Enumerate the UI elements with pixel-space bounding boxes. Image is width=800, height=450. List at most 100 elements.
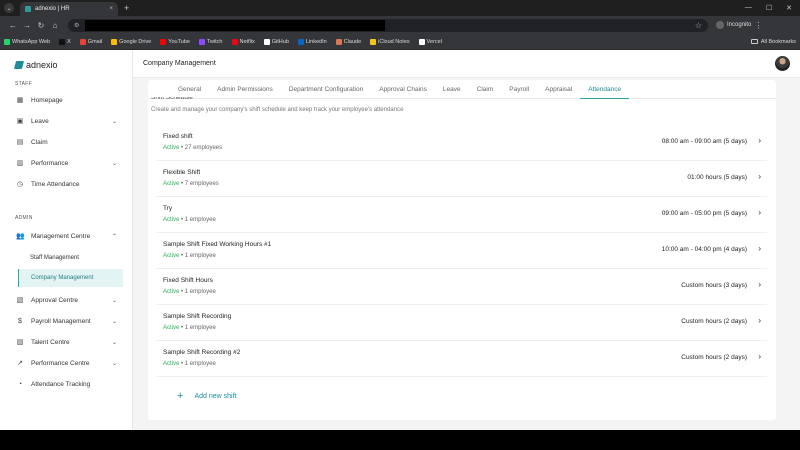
sidebar-item-management-centre[interactable]: 👥 Management Centre ⌃ (10, 228, 123, 245)
sidebar-item-label: Attendance Tracking (31, 381, 91, 388)
shift-row[interactable]: Fixed Shift Hours Active • 1 employee Cust… (157, 269, 767, 305)
url-input[interactable]: ⚙ ☆ (68, 18, 708, 32)
browser-tabbar: ⌄ adnexio | HR × + — ☐ ✕ (0, 0, 800, 16)
bookmark-star-icon[interactable]: ☆ (695, 21, 702, 30)
bookmark-label: YouTube (168, 38, 190, 45)
close-window-icon[interactable]: ✕ (786, 4, 792, 12)
shift-row[interactable]: Sample Shift Fixed Working Hours #1 Activ… (157, 233, 767, 269)
brand-name: adnexio (26, 60, 58, 70)
bookmark-item[interactable]: LinkedIn (297, 38, 327, 45)
tab-appraisal[interactable]: Appraisal (537, 80, 580, 99)
shift-row[interactable]: Fixed shift Active • 27 employees 08:00 am… (157, 125, 767, 161)
bookmark-icon (231, 38, 238, 45)
bookmark-item[interactable]: Netflix (231, 38, 255, 45)
briefcase-icon: ▨ (16, 338, 24, 346)
sidebar-item-performance[interactable]: ▥ Performance ⌄ (10, 155, 123, 172)
sidebar-item-label: Claim (31, 139, 48, 146)
main-content: Company Management General Admin Permissi… (133, 50, 800, 430)
people-icon: 👥 (16, 232, 25, 240)
sidebar-item-performance-centre[interactable]: ↗ Performance Centre ⌄ (10, 355, 123, 372)
avatar[interactable] (775, 56, 790, 71)
bookmark-item[interactable]: Twitch (198, 38, 223, 45)
tab-department-configuration[interactable]: Department Configuration (281, 80, 371, 99)
bookmark-icon (59, 38, 66, 45)
brand-logo[interactable]: adnexio (13, 60, 58, 70)
sidebar-item-attendance-tracking[interactable]: ◔ Attendance Tracking (10, 376, 123, 393)
app: adnexio STAFF ▦ Homepage ▣ Leave ⌄ ▤ Claim ▥ Per… (0, 50, 800, 430)
home-icon[interactable]: ⌂ (48, 21, 62, 30)
site-info-icon[interactable]: ⚙ (74, 22, 79, 29)
shift-name: Sample Shift Recording #2 (163, 349, 241, 356)
sidebar-item-payroll-management[interactable]: $ Payroll Management ⌄ (10, 313, 123, 330)
shift-hours: Custom hours (2 days) (681, 318, 747, 325)
back-icon[interactable]: ← (6, 21, 20, 30)
shift-row[interactable]: Sample Shift Recording Active • 1 employe… (157, 305, 767, 341)
chevron-right-icon[interactable]: › (758, 172, 761, 181)
sidebar-item-label: Leave (31, 118, 49, 125)
bookmark-item[interactable]: iCloud Notes (370, 38, 410, 45)
tab-approval-chains[interactable]: Approval Chains (371, 80, 435, 99)
bookmark-item[interactable]: Google Drive (111, 38, 151, 45)
logo-icon (13, 61, 25, 69)
shift-hours: 01:00 hours (5 days) (687, 174, 747, 181)
bookmark-item[interactable]: Claude (335, 38, 362, 45)
tab-search-icon[interactable]: ⌄ (4, 3, 14, 13)
close-tab-icon[interactable]: × (109, 6, 113, 12)
tab-attendance[interactable]: Attendance (580, 80, 630, 99)
tab-leave[interactable]: Leave (435, 80, 469, 99)
dollar-icon: $ (18, 317, 22, 325)
section-description: Create and manage your company's shift s… (151, 107, 404, 113)
bookmark-label: Claude (343, 38, 362, 45)
all-bookmarks-label: All Bookmarks (760, 38, 796, 45)
sidebar-item-label: Management Centre (31, 233, 91, 240)
chevron-down-icon: ⌄ (111, 340, 117, 346)
forward-icon[interactable]: → (20, 21, 34, 30)
all-bookmarks[interactable]: All Bookmarks (750, 38, 796, 45)
chevron-right-icon[interactable]: › (758, 352, 761, 361)
sidebar-item-homepage[interactable]: ▦ Homepage (10, 92, 123, 109)
sidebar-item-claim[interactable]: ▤ Claim (10, 134, 123, 151)
chevron-right-icon[interactable]: › (758, 280, 761, 289)
sidebar-item-talent-centre[interactable]: ▨ Talent Centre ⌄ (10, 334, 123, 351)
address-bar-row: ← → ↻ ⌂ ⚙ ☆ Incognito ⋮ (0, 16, 800, 34)
bookmark-icon (370, 38, 377, 45)
sidebar-item-label: Payroll Management (31, 318, 91, 325)
new-tab-button[interactable]: + (124, 3, 129, 13)
sidebar-item-staff-management[interactable]: Staff Management (18, 249, 123, 267)
sidebar-item-approval-centre[interactable]: ▧ Approval Centre ⌄ (10, 292, 123, 309)
bookmark-item[interactable]: WhatsApp Web (4, 38, 50, 45)
bookmarks-bar: WhatsApp Web X Gmail Google Drive YouTube Twi… (0, 34, 800, 50)
chevron-right-icon[interactable]: › (758, 316, 761, 325)
reload-icon[interactable]: ↻ (34, 21, 48, 30)
shift-row[interactable]: Flexible Shift Active • 7 employees 01:00 … (157, 161, 767, 197)
bookmark-item[interactable]: GitHub (263, 38, 289, 45)
sidebar-item-company-management[interactable]: Company Management (18, 269, 123, 287)
tab-admin-permissions[interactable]: Admin Permissions (209, 80, 281, 99)
tab-payroll[interactable]: Payroll (501, 80, 537, 99)
minimize-icon[interactable]: — (745, 4, 752, 12)
bookmark-item[interactable]: Vercel (418, 38, 442, 45)
shift-row[interactable]: Sample Shift Recording #2 Active • 1 empl… (157, 341, 767, 377)
bookmark-item[interactable]: Gmail (79, 38, 102, 45)
tab-claim[interactable]: Claim (469, 80, 502, 99)
bookmark-item[interactable]: YouTube (160, 38, 190, 45)
bookmark-item[interactable]: X (59, 38, 71, 45)
sidebar-item-time-attendance[interactable]: ◷ Time Attendance (10, 176, 123, 193)
status-badge: Active (163, 289, 180, 295)
shift-list: Fixed shift Active • 27 employees 08:00 am… (157, 125, 767, 377)
bookmark-label: Vercel (426, 38, 442, 45)
admin-section-label: ADMIN (15, 215, 33, 221)
chevron-right-icon[interactable]: › (758, 244, 761, 253)
shift-row[interactable]: Try Active • 1 employee 09:00 am - 05:00 p… (157, 197, 767, 233)
sidebar-item-leave[interactable]: ▣ Leave ⌄ (10, 113, 123, 130)
chevron-right-icon[interactable]: › (758, 208, 761, 217)
incognito-indicator[interactable]: Incognito (716, 21, 751, 29)
incognito-icon (716, 21, 724, 29)
add-new-shift-button[interactable]: + Add new shift (157, 379, 767, 413)
browser-tab[interactable]: adnexio | HR × (20, 2, 118, 16)
browser-menu-icon[interactable]: ⋮ (751, 21, 765, 30)
bookmark-icon (160, 38, 167, 45)
chevron-right-icon[interactable]: › (758, 136, 761, 145)
incognito-label: Incognito (727, 22, 752, 28)
maximize-icon[interactable]: ☐ (766, 4, 772, 12)
